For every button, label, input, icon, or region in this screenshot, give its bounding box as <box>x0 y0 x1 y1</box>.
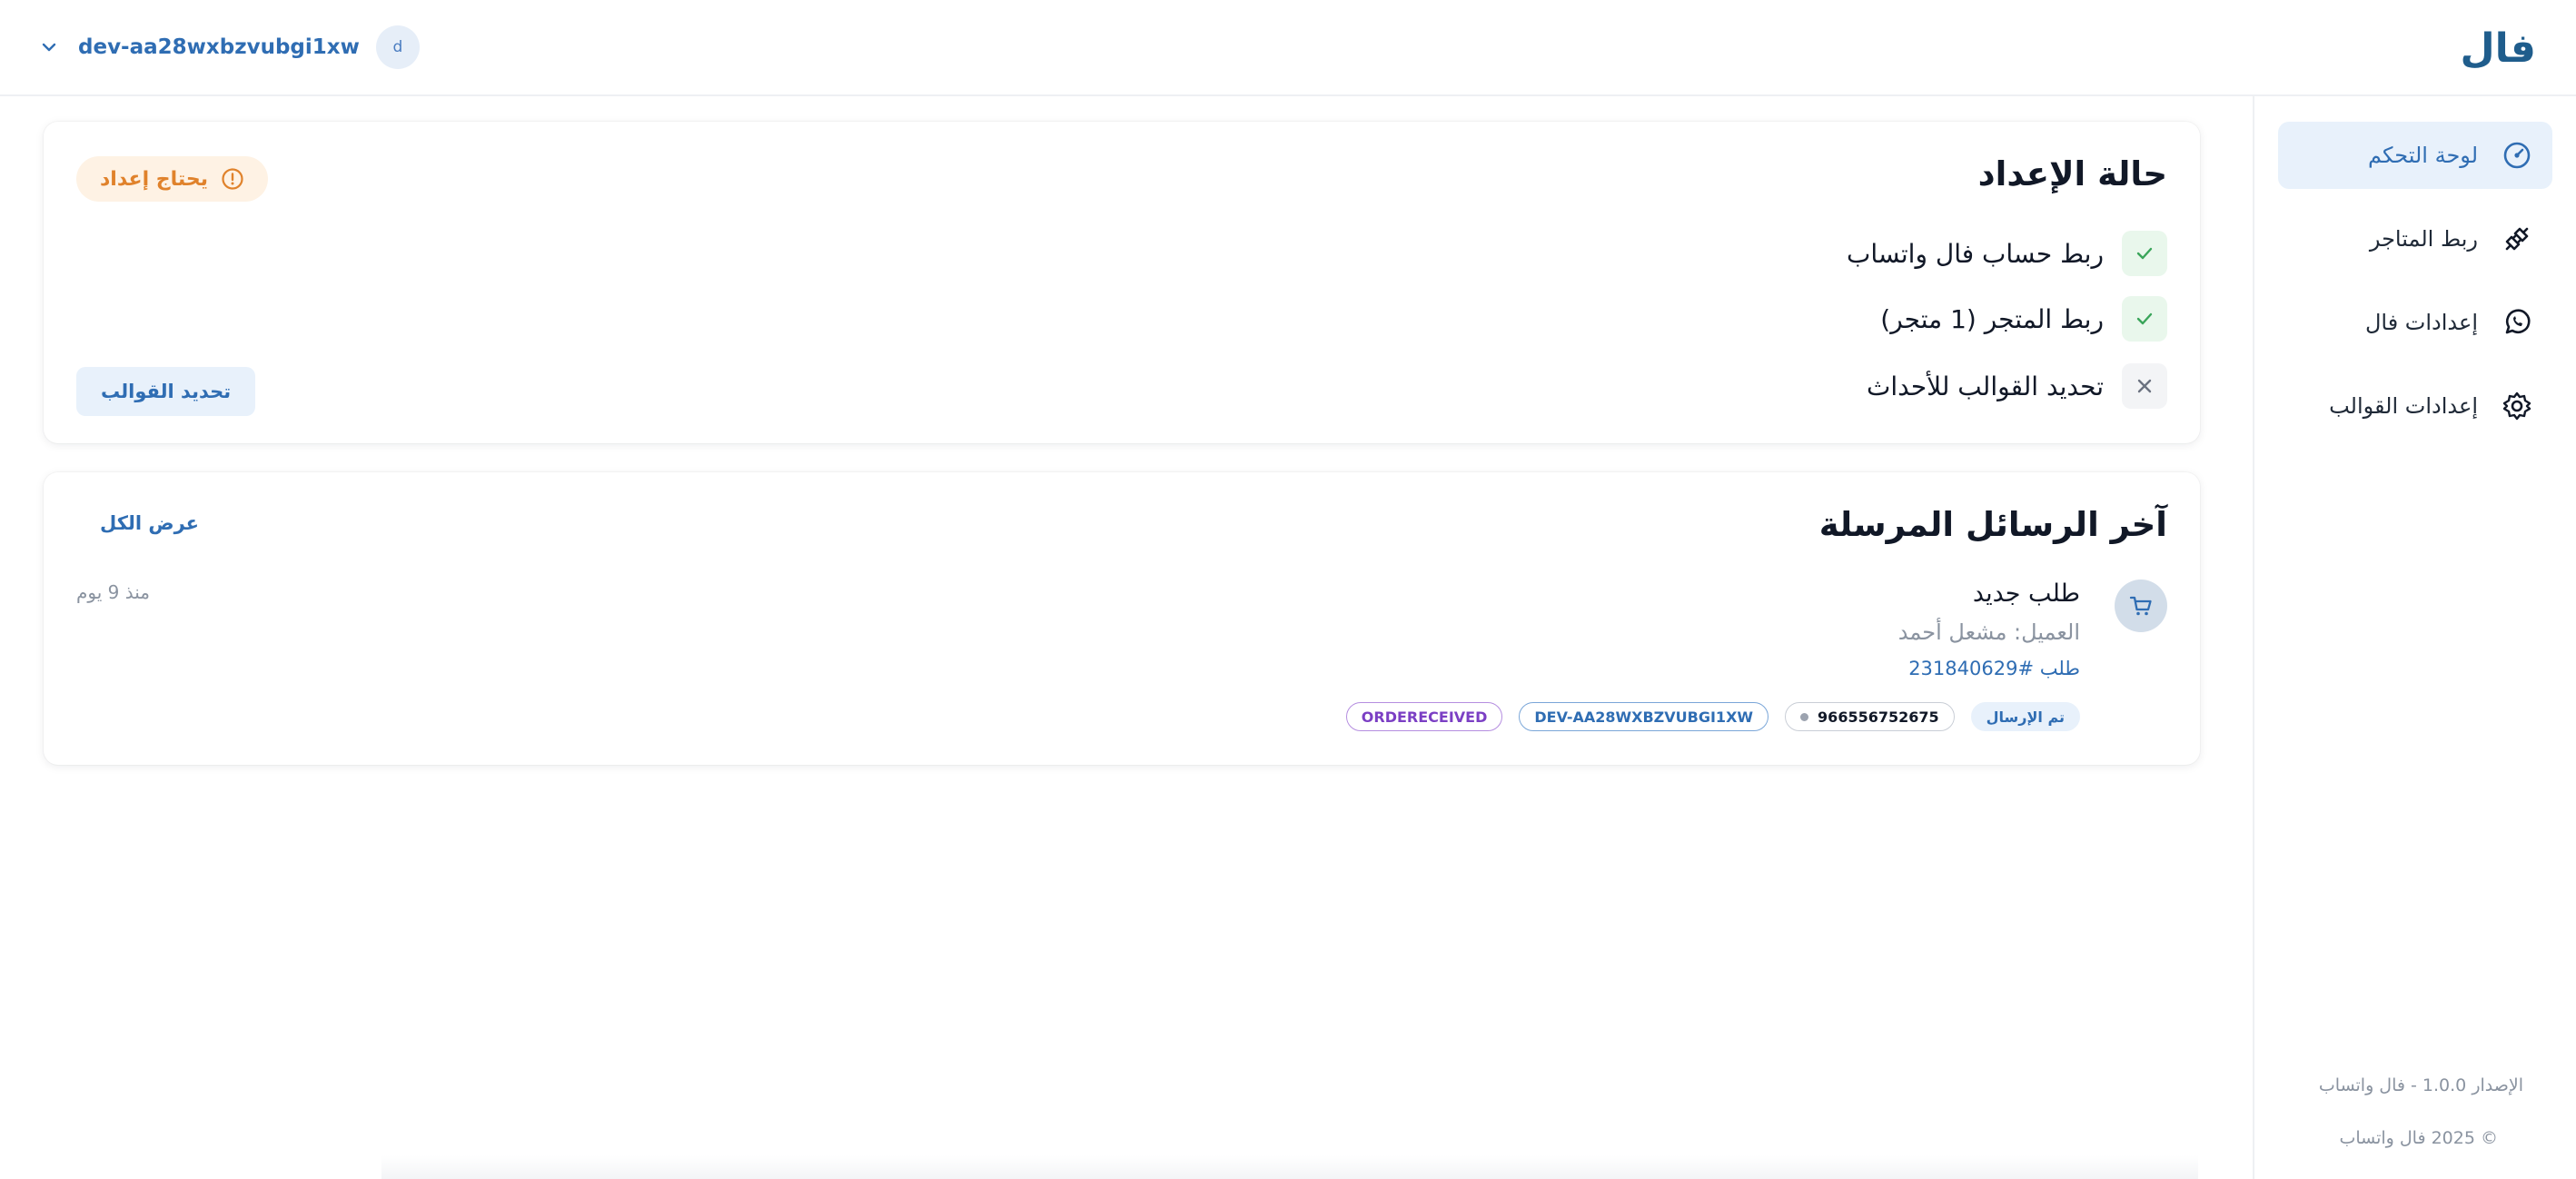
sidebar: لوحة التحكم ربط المتاجر إعدادات فال إعدا… <box>2253 96 2576 1179</box>
status-badge: يحتاج إعداد <box>76 156 268 202</box>
chevron-down-icon[interactable] <box>36 35 62 60</box>
phone-number: 966556752675 <box>1818 708 1939 726</box>
setup-status-title: حالة الإعداد <box>1977 154 2167 193</box>
status-badge-label: يحتاج إعداد <box>100 167 208 191</box>
copyright-text: © 2025 فال واتساب <box>2339 1128 2498 1148</box>
message-order-link[interactable]: طلب #231840629 <box>1908 658 2080 679</box>
alert-circle-icon <box>221 167 244 191</box>
cart-icon <box>2115 580 2167 632</box>
sidebar-item-dashboard[interactable]: لوحة التحكم <box>2278 122 2552 189</box>
account-chip: DEV-AA28WXBZVUBGI1XW <box>1519 702 1769 731</box>
status-chip: تم الإرسال <box>1970 702 2080 731</box>
sidebar-item-label: إعدادات فال <box>2364 310 2478 335</box>
setup-step-templates: تحديد القوالب للأحداث <box>1867 363 2167 409</box>
whatsapp-icon <box>2500 305 2534 340</box>
setup-step-label: ربط المتجر (1 متجر) <box>1880 303 2104 334</box>
view-all-link[interactable]: عرض الكل <box>100 512 199 534</box>
message-title: طلب جديد <box>1972 580 2080 608</box>
account-name[interactable]: dev-aa28wxbzvubgi1xw <box>78 35 360 59</box>
sidebar-item-label: إعدادات القوالب <box>2329 393 2478 419</box>
recent-messages-card: آخر الرسائل المرسلة عرض الكل طلب جديد ال… <box>44 472 2200 765</box>
check-icon <box>2122 231 2167 276</box>
account-switcher[interactable]: dev-aa28wxbzvubgi1xw d <box>36 24 420 71</box>
message-chips: تم الإرسال 966556752675 DEV-AA28WXBZVUBG… <box>1345 702 2080 731</box>
top-header: dev-aa28wxbzvubgi1xw d فال <box>0 0 2576 96</box>
setup-status-card: حالة الإعداد يحتاج إعداد ربط حساب فال وا… <box>44 122 2200 443</box>
bottom-fade <box>381 1155 2198 1179</box>
version-text: الإصدار 1.0.0 - فال واتساب <box>2318 1075 2523 1095</box>
setup-step-label: ربط حساب فال واتساب <box>1847 238 2104 269</box>
event-chip: ORDERECEIVED <box>1345 702 1503 731</box>
app-logo: فال <box>2460 25 2536 72</box>
setup-step-store: ربط المتجر (1 متجر) <box>1880 296 2167 342</box>
recent-messages-title: آخر الرسائل المرسلة <box>1818 505 2167 544</box>
close-icon <box>2122 363 2167 409</box>
plug-connect-icon <box>2500 222 2534 256</box>
setup-step-whatsapp: ربط حساب فال واتساب <box>1847 231 2167 276</box>
check-icon <box>2122 296 2167 342</box>
sidebar-item-label: لوحة التحكم <box>2368 143 2478 168</box>
set-templates-button[interactable]: تحديد القوالب <box>76 367 256 416</box>
sidebar-item-stores[interactable]: ربط المتاجر <box>2278 205 2552 272</box>
message-timestamp: منذ 9 يوم <box>76 581 150 603</box>
gear-icon <box>2500 389 2534 423</box>
sidebar-item-label: ربط المتاجر <box>2369 226 2478 252</box>
dot-icon <box>1800 712 1809 721</box>
avatar[interactable]: d <box>375 25 420 69</box>
setup-step-label: تحديد القوالب للأحداث <box>1867 371 2104 401</box>
sidebar-item-fal-settings[interactable]: إعدادات فال <box>2278 289 2552 356</box>
message-customer: العميل: مشعل أحمد <box>1897 619 2080 645</box>
sidebar-item-template-settings[interactable]: إعدادات القوالب <box>2278 372 2552 440</box>
phone-chip: 966556752675 <box>1785 702 1955 731</box>
dashboard-gauge-icon <box>2500 138 2534 173</box>
